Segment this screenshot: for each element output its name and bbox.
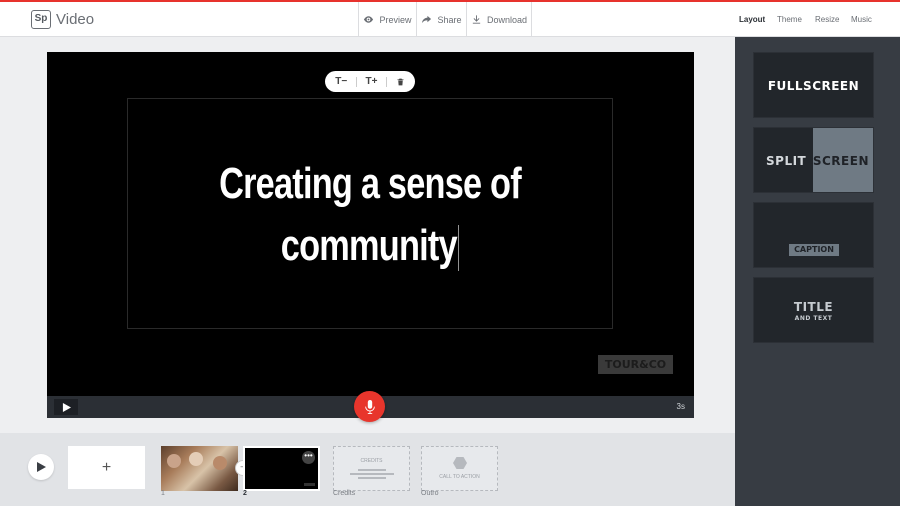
share-arrow-icon bbox=[422, 15, 432, 24]
eye-icon bbox=[364, 16, 374, 23]
title-layout-label: TITLE bbox=[793, 300, 834, 314]
download-button[interactable]: Download bbox=[466, 2, 532, 37]
add-slide-button[interactable]: + bbox=[68, 446, 145, 489]
split-left-label: SPLIT bbox=[766, 154, 807, 168]
slide-timeline: + 1 ⇥ ••• 2 CREDITS Credits CALL TO ACTI… bbox=[0, 433, 735, 506]
share-button[interactable]: Share bbox=[416, 2, 466, 37]
tab-layout[interactable]: Layout bbox=[739, 15, 765, 24]
slide-number-1: 1 bbox=[161, 490, 165, 497]
layout-split-screen[interactable]: SPLIT SCREEN bbox=[753, 127, 874, 193]
play-all-button[interactable] bbox=[28, 454, 54, 480]
stage-play-button[interactable] bbox=[54, 399, 78, 415]
hexagon-icon bbox=[453, 457, 467, 469]
thumbnail-person bbox=[189, 452, 203, 466]
tab-resize[interactable]: Resize bbox=[815, 15, 839, 24]
download-label: Download bbox=[486, 14, 528, 25]
increase-text-size-button[interactable]: T+ bbox=[365, 76, 377, 87]
slide-duration[interactable]: 3s bbox=[677, 402, 685, 411]
share-label: Share bbox=[437, 14, 462, 25]
brand-logo[interactable]: TOUR&CO bbox=[598, 355, 673, 374]
credits-slide[interactable]: CREDITS bbox=[333, 446, 410, 491]
slide-thumbnail-2[interactable]: ••• bbox=[243, 446, 320, 491]
app-logo[interactable]: Sp bbox=[31, 10, 51, 29]
download-icon bbox=[472, 15, 481, 24]
headline-text[interactable]: Creating a sense of community bbox=[181, 153, 559, 277]
record-voiceover-button[interactable] bbox=[354, 391, 385, 422]
trash-icon[interactable] bbox=[396, 77, 405, 87]
app-root: Sp Video Preview Share Download Layout T… bbox=[0, 0, 900, 506]
credits-line bbox=[358, 469, 386, 471]
headline-line-1: Creating a sense of bbox=[219, 159, 522, 208]
layout-fullscreen-label: FULLSCREEN bbox=[767, 79, 860, 93]
slide-number-2: 2 bbox=[243, 490, 247, 497]
top-bar: Sp Video Preview Share Download Layout T… bbox=[0, 0, 900, 37]
slide-stage[interactable]: Creating a sense of community T− T+ TOUR… bbox=[47, 52, 694, 418]
credits-inner-label: CREDITS bbox=[360, 458, 383, 464]
toolbar-divider bbox=[386, 76, 388, 87]
outro-slide-label: Outro bbox=[421, 490, 439, 497]
microphone-icon bbox=[364, 399, 375, 414]
layout-fullscreen[interactable]: FULLSCREEN bbox=[753, 52, 874, 118]
decrease-text-size-button[interactable]: T− bbox=[335, 76, 347, 87]
slide-thumbnail-1[interactable] bbox=[161, 446, 238, 491]
layout-caption[interactable]: CAPTION bbox=[753, 202, 874, 268]
outro-slide[interactable]: CALL TO ACTION bbox=[421, 446, 498, 491]
layout-panel: FULLSCREEN SPLIT SCREEN CAPTION TITLE AN… bbox=[735, 37, 900, 506]
title-layout-sublabel: AND TEXT bbox=[794, 315, 833, 322]
headline-line-2: community bbox=[181, 215, 559, 277]
thumbnail-person bbox=[167, 454, 181, 468]
text-toolbar: T− T+ bbox=[325, 71, 415, 92]
toolbar-divider bbox=[355, 76, 357, 87]
thumbnail-logo bbox=[304, 483, 315, 486]
credits-line bbox=[358, 477, 386, 479]
tab-theme[interactable]: Theme bbox=[777, 15, 802, 24]
split-right-label: SCREEN bbox=[812, 154, 869, 168]
slide-options-button[interactable]: ••• bbox=[302, 451, 315, 464]
preview-button[interactable]: Preview bbox=[358, 2, 416, 37]
text-caret bbox=[458, 225, 460, 272]
play-icon bbox=[62, 402, 71, 412]
credits-line bbox=[350, 473, 394, 475]
headline-line-2-text: community bbox=[280, 221, 458, 270]
credits-slide-label: Credits bbox=[333, 490, 356, 497]
text-box[interactable]: Creating a sense of community bbox=[127, 98, 613, 329]
caption-label: CAPTION bbox=[789, 244, 839, 256]
play-icon bbox=[37, 462, 46, 472]
layout-title-and-text[interactable]: TITLE AND TEXT bbox=[753, 277, 874, 343]
thumbnail-person bbox=[213, 456, 227, 470]
tab-music[interactable]: Music bbox=[851, 15, 872, 24]
preview-label: Preview bbox=[379, 14, 412, 25]
outro-inner-label: CALL TO ACTION bbox=[439, 474, 480, 480]
app-name: Video bbox=[56, 11, 95, 28]
